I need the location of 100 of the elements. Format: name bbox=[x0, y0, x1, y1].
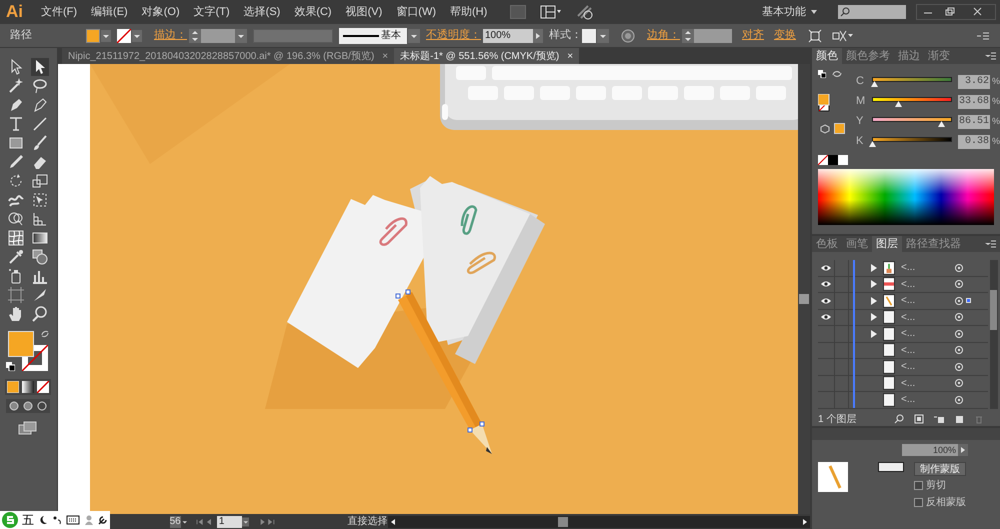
document-tab[interactable]: 未标题-1* @ 551.56% (CMYK/预览) × bbox=[394, 48, 580, 64]
none-swatch[interactable] bbox=[818, 155, 828, 165]
checkbox[interactable] bbox=[914, 481, 923, 490]
magic-wand-icon[interactable] bbox=[7, 77, 26, 95]
scale-icon[interactable] bbox=[31, 172, 50, 190]
free-transform-icon[interactable] bbox=[31, 191, 50, 209]
target-circle-icon[interactable] bbox=[954, 379, 963, 388]
default-colors-icon[interactable] bbox=[818, 70, 826, 78]
make-mask-button[interactable]: 制作蒙版 bbox=[914, 462, 966, 476]
panel-tab[interactable]: 色板 bbox=[812, 236, 842, 252]
scroll-thumb[interactable] bbox=[558, 516, 568, 526]
recolor-icon[interactable] bbox=[621, 28, 635, 42]
stepper-icon[interactable] bbox=[189, 28, 201, 42]
target-circle-icon[interactable] bbox=[954, 330, 963, 338]
layer-name[interactable]: <... bbox=[900, 326, 949, 342]
dropdown-icon[interactable] bbox=[597, 28, 609, 42]
dropdown-icon[interactable] bbox=[408, 28, 420, 42]
cursor-options-icon[interactable] bbox=[832, 28, 854, 42]
swap-icon[interactable] bbox=[832, 70, 842, 78]
layer-row[interactable]: <... bbox=[818, 293, 988, 310]
panel-tab[interactable]: 颜色参考 bbox=[842, 48, 894, 64]
gamut-swatch[interactable] bbox=[834, 123, 845, 134]
menu-item[interactable]: 文字(T) bbox=[188, 4, 235, 20]
eyedropper-icon[interactable] bbox=[7, 248, 26, 266]
corner-link[interactable]: 边角： bbox=[647, 27, 680, 44]
layer-name[interactable]: <... bbox=[900, 293, 949, 308]
mesh-icon[interactable] bbox=[7, 229, 26, 247]
new-sublayer-icon[interactable] bbox=[934, 414, 944, 424]
dropdown-icon[interactable] bbox=[132, 30, 142, 42]
shape-builder-icon[interactable] bbox=[7, 210, 26, 228]
line-icon[interactable] bbox=[31, 115, 50, 133]
layer-name[interactable]: <... bbox=[900, 260, 949, 276]
isolate-icon[interactable] bbox=[808, 28, 822, 42]
expand-triangle-icon[interactable] bbox=[870, 264, 877, 272]
corner-radius-field[interactable] bbox=[694, 28, 732, 42]
slider-thumb[interactable] bbox=[868, 140, 876, 146]
target-circle-icon[interactable] bbox=[954, 264, 963, 272]
opacity-field[interactable]: 100% bbox=[483, 28, 533, 42]
gradient-mode-icon[interactable] bbox=[22, 381, 34, 393]
stroke-none-swatch[interactable] bbox=[117, 28, 131, 42]
zoom-field[interactable]: 56 bbox=[170, 516, 181, 528]
none-mode-icon[interactable] bbox=[37, 381, 50, 393]
menu-item[interactable]: 文件(F) bbox=[36, 4, 82, 20]
style-swatch[interactable] bbox=[582, 28, 596, 42]
input-mode-label[interactable]: 五 bbox=[22, 511, 34, 529]
clipping-mask-icon[interactable] bbox=[914, 414, 924, 424]
out-of-gamut-icon[interactable] bbox=[820, 124, 830, 134]
color-spectrum[interactable] bbox=[818, 169, 994, 225]
swap-icon[interactable] bbox=[40, 329, 50, 339]
value-field[interactable]: 33.68 bbox=[958, 94, 990, 108]
link-indicator[interactable] bbox=[878, 462, 904, 472]
expand-triangle-icon[interactable] bbox=[870, 330, 877, 338]
menu-item[interactable]: 视图(V) bbox=[340, 4, 388, 20]
panel-tab[interactable]: 描边 bbox=[894, 48, 924, 64]
zoom-icon[interactable] bbox=[31, 305, 50, 323]
layer-row[interactable]: <... bbox=[818, 326, 988, 342]
panel-menu-icon[interactable] bbox=[984, 51, 996, 61]
blend-icon[interactable] bbox=[31, 248, 50, 266]
stroke-weight-field[interactable] bbox=[201, 28, 235, 42]
slider-track[interactable] bbox=[870, 96, 954, 108]
panel-tab[interactable]: 渐变 bbox=[924, 48, 954, 64]
menu-item[interactable]: 窗口(W) bbox=[391, 4, 441, 20]
pencil-icon[interactable] bbox=[7, 153, 26, 171]
horizontal-scrollbar[interactable] bbox=[388, 516, 810, 528]
artboard-field[interactable]: 1 bbox=[216, 516, 242, 528]
layer-row[interactable]: <... bbox=[818, 260, 988, 276]
search-icon[interactable] bbox=[894, 414, 904, 424]
new-layer-icon[interactable] bbox=[954, 414, 964, 424]
layer-row[interactable]: <... bbox=[818, 359, 988, 376]
opacity-field[interactable]: 100% bbox=[902, 444, 958, 456]
menu-item[interactable]: 编辑(E) bbox=[86, 4, 133, 20]
value-field[interactable]: 86.51 bbox=[958, 114, 990, 128]
fill-swatch[interactable] bbox=[86, 28, 100, 42]
menu-item[interactable]: 对象(O) bbox=[136, 4, 185, 20]
target-circle-icon[interactable] bbox=[954, 296, 963, 305]
wrench-icon[interactable] bbox=[98, 515, 108, 525]
panel-tab[interactable]: 颜色 bbox=[812, 48, 842, 64]
stroke-link[interactable]: 描边： bbox=[154, 27, 187, 44]
layer-name[interactable]: <... bbox=[900, 276, 949, 292]
expand-triangle-icon[interactable] bbox=[870, 280, 877, 288]
menu-item[interactable]: 帮助(H) bbox=[445, 4, 492, 20]
visibility-eye-icon[interactable] bbox=[820, 280, 832, 288]
selection-indicator[interactable] bbox=[966, 298, 971, 304]
artboard-icon[interactable] bbox=[7, 286, 26, 304]
align-link[interactable]: 对齐 bbox=[742, 27, 764, 44]
layer-row[interactable]: <... bbox=[818, 276, 988, 293]
keyboard-icon[interactable] bbox=[66, 515, 80, 525]
lasso-icon[interactable] bbox=[31, 77, 50, 95]
layout-icon[interactable] bbox=[540, 5, 562, 19]
expand-arrow-icon[interactable] bbox=[958, 444, 968, 456]
default-colors-icon[interactable] bbox=[6, 362, 16, 371]
slider-track[interactable] bbox=[870, 76, 954, 88]
layer-row[interactable]: <... bbox=[818, 376, 988, 392]
slider-track[interactable] bbox=[870, 136, 954, 148]
draw-modes-icon[interactable] bbox=[6, 399, 50, 413]
target-circle-icon[interactable] bbox=[954, 346, 963, 354]
stroke-profile-dropdown[interactable]: 基本 bbox=[339, 28, 407, 44]
layer-row[interactable]: <... bbox=[818, 310, 988, 326]
caret-icon[interactable] bbox=[810, 8, 818, 16]
panel-menu-icon[interactable] bbox=[976, 30, 990, 40]
